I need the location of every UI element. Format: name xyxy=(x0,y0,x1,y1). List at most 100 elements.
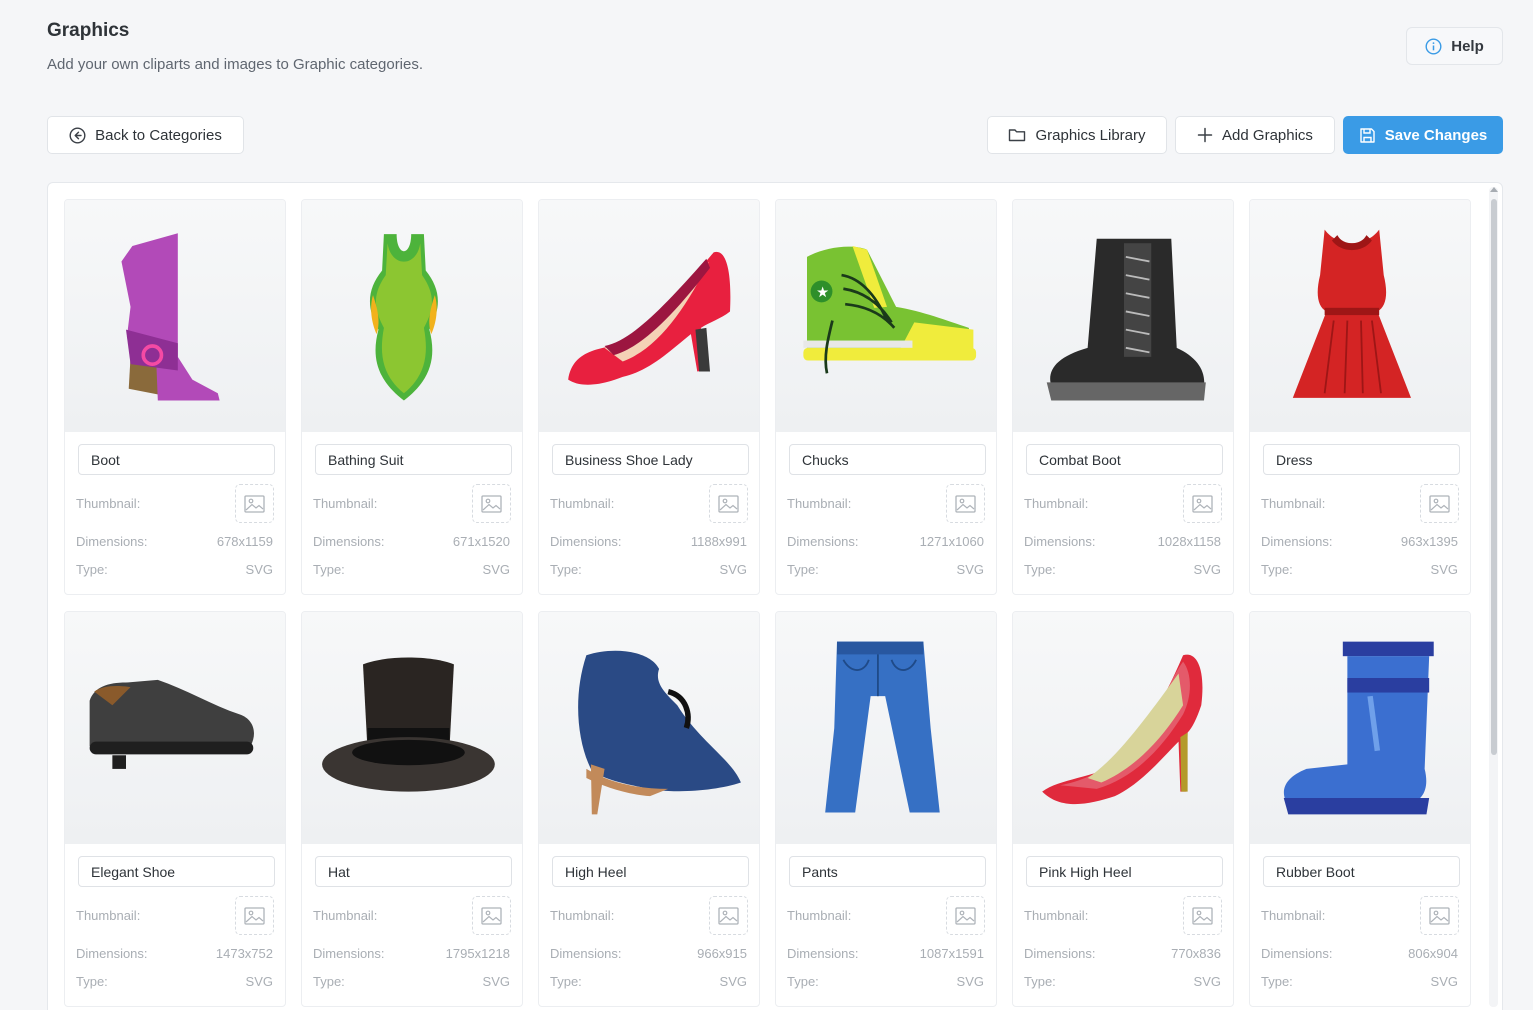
dimensions-label: Dimensions: xyxy=(787,534,859,549)
green-sneaker-icon: ★ xyxy=(803,246,977,374)
graphic-name-input[interactable]: Pink High Heel xyxy=(1026,856,1223,887)
dimensions-value: 806x904 xyxy=(1408,946,1458,961)
thumbnail-upload[interactable] xyxy=(709,484,748,523)
thumbnail-upload[interactable] xyxy=(472,484,511,523)
graphic-card[interactable]: Boot Thumbnail: Dimensions: 678x1159 Typ… xyxy=(64,199,286,595)
graphic-card[interactable]: Bathing Suit Thumbnail: Dimensions: 671x… xyxy=(301,199,523,595)
type-label: Type: xyxy=(787,974,819,989)
scrollbar-thumb[interactable] xyxy=(1491,199,1497,755)
thumbnail-upload[interactable] xyxy=(709,896,748,935)
thumbnail-upload[interactable] xyxy=(1183,484,1222,523)
thumbnail-label: Thumbnail: xyxy=(1261,908,1326,923)
graphic-card[interactable]: Hat Thumbnail: Dimensions: 1795x1218 Typ… xyxy=(301,611,523,1007)
thumbnail-label: Thumbnail: xyxy=(787,908,852,923)
graphic-card[interactable]: Pink High Heel Thumbnail: Dimensions: 77… xyxy=(1012,611,1234,1007)
graphic-name-input[interactable]: Hat xyxy=(315,856,512,887)
graphic-name-input[interactable]: Boot xyxy=(78,444,275,475)
thumbnail-upload[interactable] xyxy=(1420,484,1459,523)
add-graphics-button[interactable]: Add Graphics xyxy=(1175,116,1335,154)
scrollbar[interactable] xyxy=(1489,187,1498,1007)
thumbnail-upload[interactable] xyxy=(235,896,274,935)
graphic-name-input[interactable]: Dress xyxy=(1263,444,1460,475)
type-label: Type: xyxy=(313,974,345,989)
thumbnail-upload[interactable] xyxy=(946,484,985,523)
type-value: SVG xyxy=(719,562,747,577)
graphic-name-input[interactable]: Chucks xyxy=(789,444,986,475)
dimensions-label: Dimensions: xyxy=(1024,946,1096,961)
graphics-library-button[interactable]: Graphics Library xyxy=(987,116,1167,154)
type-label: Type: xyxy=(76,974,108,989)
save-changes-button[interactable]: Save Changes xyxy=(1343,116,1503,154)
back-to-categories-button[interactable]: Back to Categories xyxy=(47,116,244,154)
image-icon xyxy=(244,494,265,513)
green-bathing-suit-icon xyxy=(369,234,438,401)
graphic-name-input[interactable]: Bathing Suit xyxy=(315,444,512,475)
dimensions-label: Dimensions: xyxy=(1261,534,1333,549)
graphic-image xyxy=(65,612,285,844)
type-label: Type: xyxy=(313,562,345,577)
type-value: SVG xyxy=(1430,974,1458,989)
graphic-card[interactable]: Combat Boot Thumbnail: Dimensions: 1028x… xyxy=(1012,199,1234,595)
black-dress-shoe-icon xyxy=(89,679,254,769)
thumbnail-label: Thumbnail: xyxy=(76,496,141,511)
graphic-name-input[interactable]: Business Shoe Lady xyxy=(552,444,749,475)
red-pump-icon xyxy=(568,251,731,385)
type-label: Type: xyxy=(787,562,819,577)
graphic-image xyxy=(1250,200,1470,432)
graphic-name-input[interactable]: High Heel xyxy=(552,856,749,887)
type-value: SVG xyxy=(482,974,510,989)
thumbnail-upload[interactable] xyxy=(472,896,511,935)
image-icon xyxy=(244,906,265,925)
graphic-name-input[interactable]: Combat Boot xyxy=(1026,444,1223,475)
graphic-card[interactable]: Rubber Boot Thumbnail: Dimensions: 806x9… xyxy=(1249,611,1471,1007)
thumbnail-upload[interactable] xyxy=(1183,896,1222,935)
graphic-image xyxy=(302,612,522,844)
purple-boot-icon xyxy=(121,233,220,401)
blue-jeans-icon xyxy=(825,641,940,813)
type-label: Type: xyxy=(1261,562,1293,577)
graphics-panel: Boot Thumbnail: Dimensions: 678x1159 Typ… xyxy=(47,182,1503,1010)
graphic-card[interactable]: ★ Chucks Thumbnail: Dimensions: 1271x106… xyxy=(775,199,997,595)
type-value: SVG xyxy=(956,562,984,577)
dimensions-value: 1271x1060 xyxy=(919,534,984,549)
help-label: Help xyxy=(1451,37,1484,55)
graphic-card[interactable]: Pants Thumbnail: Dimensions: 1087x1591 T… xyxy=(775,611,997,1007)
page-subtitle: Add your own cliparts and images to Grap… xyxy=(47,56,424,73)
graphic-name-input[interactable]: Rubber Boot xyxy=(1263,856,1460,887)
thumbnail-label: Thumbnail: xyxy=(76,908,141,923)
graphic-image xyxy=(1013,200,1233,432)
dimensions-value: 770x836 xyxy=(1171,946,1221,961)
graphic-name-input[interactable]: Elegant Shoe xyxy=(78,856,275,887)
dimensions-value: 1028x1158 xyxy=(1157,534,1221,549)
thumbnail-label: Thumbnail: xyxy=(313,908,378,923)
dimensions-value: 1795x1218 xyxy=(445,946,510,961)
thumbnail-label: Thumbnail: xyxy=(1024,496,1089,511)
image-icon xyxy=(481,906,502,925)
type-value: SVG xyxy=(482,562,510,577)
type-label: Type: xyxy=(550,974,582,989)
red-dress-icon xyxy=(1292,229,1411,398)
dimensions-label: Dimensions: xyxy=(550,534,622,549)
graphic-card[interactable]: Business Shoe Lady Thumbnail: Dimensions… xyxy=(538,199,760,595)
dimensions-value: 963x1395 xyxy=(1400,534,1458,549)
type-label: Type: xyxy=(1261,974,1293,989)
thumbnail-upload[interactable] xyxy=(1420,896,1459,935)
thumbnail-upload[interactable] xyxy=(946,896,985,935)
type-value: SVG xyxy=(245,562,273,577)
dimensions-label: Dimensions: xyxy=(550,946,622,961)
help-button[interactable]: Help xyxy=(1406,27,1503,65)
dimensions-label: Dimensions: xyxy=(313,534,385,549)
graphic-image xyxy=(776,612,996,844)
graphic-card[interactable]: Elegant Shoe Thumbnail: Dimensions: 1473… xyxy=(64,611,286,1007)
graphic-card[interactable]: High Heel Thumbnail: Dimensions: 966x915… xyxy=(538,611,760,1007)
thumbnail-upload[interactable] xyxy=(235,484,274,523)
blue-ankle-heel-icon xyxy=(578,650,741,815)
graphic-name-input[interactable]: Pants xyxy=(789,856,986,887)
type-label: Type: xyxy=(1024,562,1056,577)
graphic-image xyxy=(302,200,522,432)
graphic-card[interactable]: Dress Thumbnail: Dimensions: 963x1395 Ty… xyxy=(1249,199,1471,595)
dimensions-label: Dimensions: xyxy=(313,946,385,961)
scroll-up-icon[interactable] xyxy=(1490,187,1498,192)
dimensions-value: 966x915 xyxy=(697,946,747,961)
image-icon xyxy=(718,906,739,925)
